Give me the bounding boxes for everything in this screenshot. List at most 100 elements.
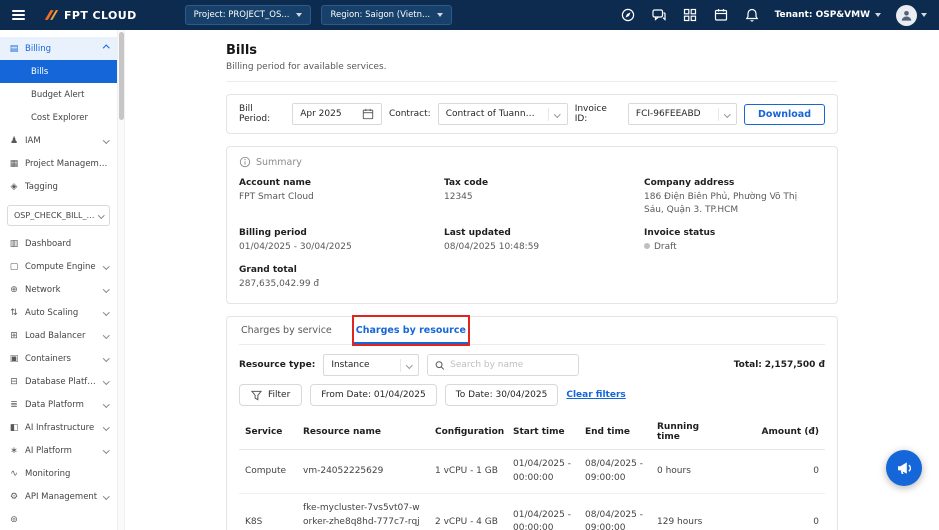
scrollbar-thumb[interactable]: [119, 32, 124, 120]
sidebar-item-data-platform[interactable]: ≣ Data Platform: [0, 393, 117, 416]
chevron-down-icon: [103, 355, 109, 361]
chevron-down-icon: [437, 13, 443, 17]
sidebar-item-cost-explorer[interactable]: Cost Explorer: [0, 106, 117, 129]
download-button[interactable]: Download: [744, 104, 825, 125]
chat-icon[interactable]: [651, 7, 667, 23]
table-row[interactable]: Compute vm-24052225629 1 vCPU - 1 GB 01/…: [239, 450, 825, 494]
col-header-amount[interactable]: Amount (đ): [717, 415, 825, 450]
col-header-running-time[interactable]: Running time: [651, 415, 717, 450]
field-label: Invoice status: [644, 228, 825, 238]
cell-amount: 0: [717, 494, 825, 530]
table-header-row: Service Resource name Configuration Star…: [239, 415, 825, 450]
summary-header[interactable]: Summary: [239, 156, 825, 168]
col-header-start-time[interactable]: Start time: [507, 415, 579, 450]
chevron-down-icon: [103, 263, 109, 269]
sidebar-item-api-management[interactable]: ⚙ API Management: [0, 485, 117, 508]
sidebar-item-ai-infrastructure[interactable]: ◧ AI Infrastructure: [0, 416, 117, 439]
filter-button[interactable]: Filter: [239, 384, 302, 406]
chevron-down-icon: [98, 212, 104, 218]
invoice-id-select[interactable]: FCI-96FEEABD: [628, 103, 737, 125]
chevron-down-icon: [103, 286, 109, 292]
sidebar-item-ai-platform[interactable]: ∗ AI Platform: [0, 439, 117, 462]
contract-value: Contract of Tuannn52...: [446, 109, 539, 119]
sidebar-item-dashboard[interactable]: ▥ Dashboard: [0, 232, 117, 255]
sidebar-item-label: Dashboard: [25, 239, 108, 249]
invoice-id-value: FCI-96FEEABD: [636, 109, 708, 119]
tab-charges-by-resource[interactable]: Charges by resource: [354, 317, 468, 344]
billing-project-select[interactable]: OSP_CHECK_BILL_001: [7, 205, 110, 226]
sidebar-item-budget-alert[interactable]: Budget Alert: [0, 83, 117, 106]
sidebar-item-partial[interactable]: ⊚: [0, 508, 117, 530]
sidebar-item-auto-scaling[interactable]: ⇅ Auto Scaling: [0, 301, 117, 324]
bell-icon[interactable]: [744, 7, 760, 23]
sidebar-item-monitoring[interactable]: ∿ Monitoring: [0, 462, 117, 485]
filter-icon: [251, 390, 262, 401]
load-balancer-icon: ⊞: [9, 331, 19, 341]
contract-label: Contract:: [389, 109, 431, 119]
tenant-label: Tenant: OSP&VMW: [775, 10, 870, 20]
divider: [548, 108, 549, 121]
sidebar-item-network[interactable]: ⊕ Network: [0, 278, 117, 301]
sidebar-item-label: Compute Engine: [25, 262, 98, 272]
resource-type-select[interactable]: Instance: [323, 354, 419, 376]
col-header-configuration[interactable]: Configuration: [429, 415, 507, 450]
database-platform-icon: ⊟: [9, 377, 19, 387]
charges-card: Charges by service Charges by resource R…: [226, 316, 838, 530]
contract-select[interactable]: Contract of Tuannn52...: [438, 103, 568, 125]
cell-amount: 0: [717, 450, 825, 494]
col-header-service[interactable]: Service: [239, 415, 297, 450]
apps-grid-icon[interactable]: [682, 7, 698, 23]
chevron-down-icon: [406, 362, 412, 368]
tenant-selector[interactable]: Tenant: OSP&VMW: [775, 10, 881, 20]
chevron-down-icon: [875, 13, 881, 17]
announcement-fab-button[interactable]: [886, 450, 922, 486]
search-box[interactable]: [427, 354, 579, 376]
tab-charges-by-service[interactable]: Charges by service: [239, 317, 334, 344]
sidebar-item-containers[interactable]: ▣ Containers: [0, 347, 117, 370]
monitoring-icon: ∿: [9, 469, 19, 479]
sidebar-item-label: IAM: [25, 136, 98, 146]
bill-period-input[interactable]: Apr 2025: [292, 103, 382, 125]
col-header-end-time[interactable]: End time: [579, 415, 651, 450]
table-row[interactable]: K8S fke-mycluster-7vs5vt07-worker-zhe8q8…: [239, 494, 825, 530]
project-selector[interactable]: Project: PROJECT_OS...: [185, 5, 312, 25]
region-selector[interactable]: Region: Saigon (Vietn...: [321, 5, 452, 25]
chevron-down-icon: [103, 137, 109, 143]
to-date-chip[interactable]: To Date: 30/04/2025: [445, 384, 559, 406]
search-icon: [435, 360, 445, 371]
sidebar-item-project-management[interactable]: ▦ Project Management: [0, 152, 117, 175]
sidebar-item-iam[interactable]: ♟ IAM: [0, 129, 117, 152]
menu-icon[interactable]: [12, 10, 25, 20]
region-selector-label: Region: Saigon (Vietn...: [330, 10, 430, 20]
col-header-resource-name[interactable]: Resource name: [297, 415, 429, 450]
sidebar-item-database-platform[interactable]: ⊟ Database Platform: [0, 370, 117, 393]
search-input[interactable]: [450, 360, 571, 370]
sidebar-item-tagging[interactable]: ◈ Tagging: [0, 175, 117, 198]
sidebar-item-label: Budget Alert: [31, 90, 85, 100]
field-invoice-status: Invoice status Draft: [644, 228, 825, 254]
sidebar-item-billing[interactable]: ▤ Billing: [0, 37, 117, 60]
billing-icon: ▤: [9, 44, 19, 54]
resource-type-value: Instance: [331, 360, 390, 370]
calendar-icon[interactable]: [713, 7, 729, 23]
field-label: Grand total: [239, 265, 444, 275]
topbar: FPT CLOUD Project: PROJECT_OS... Region:…: [0, 0, 939, 30]
project-selector-label: Project: PROJECT_OS...: [194, 10, 290, 20]
from-date-chip[interactable]: From Date: 01/04/2025: [310, 384, 436, 406]
cell-resource: fke-mycluster-7vs5vt07-worker-zhe8q8hd-7…: [297, 494, 429, 530]
field-value: 08/04/2025 10:48:59: [444, 241, 644, 254]
data-platform-icon: ≣: [9, 400, 19, 410]
project-management-icon: ▦: [9, 159, 19, 169]
ai-infrastructure-icon: ◧: [9, 423, 19, 433]
sidebar-item-label: Bills: [31, 67, 48, 77]
explore-icon[interactable]: [620, 7, 636, 23]
user-menu[interactable]: [896, 5, 927, 26]
field-label: Account name: [239, 178, 444, 188]
sidebar-item-load-balancer[interactable]: ⊞ Load Balancer: [0, 324, 117, 347]
chevron-down-icon: [103, 332, 109, 338]
sidebar-scrollbar[interactable]: [117, 30, 125, 530]
sidebar-item-compute-engine[interactable]: ▢ Compute Engine: [0, 255, 117, 278]
sidebar-item-bills[interactable]: Bills: [0, 60, 117, 83]
clear-filters-link[interactable]: Clear filters: [566, 390, 625, 400]
filter-button-label: Filter: [268, 390, 290, 400]
